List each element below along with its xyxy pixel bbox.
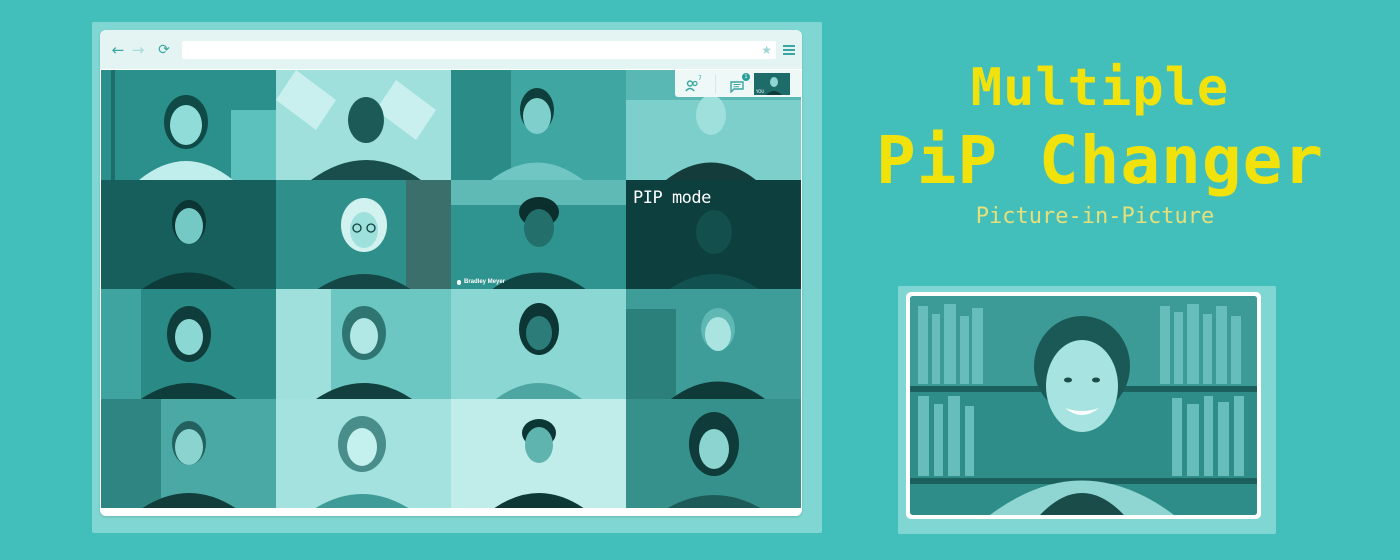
back-arrow-icon[interactable]: ← (109, 41, 127, 59)
participant-tile[interactable] (276, 398, 451, 508)
pip-mode-label: PIP mode (633, 187, 711, 208)
pip-mode-tile[interactable]: PIP mode (626, 179, 801, 289)
browser-window: ← → ⟳ ★ Bradley Meyer PIP mode 7 1 YOU (100, 30, 802, 516)
pip-window[interactable] (906, 292, 1261, 519)
participant-tile[interactable] (276, 70, 451, 180)
hero-title-line-2: PiP Changer (875, 122, 1325, 199)
participant-tile[interactable] (626, 289, 801, 399)
pip-video (910, 296, 1257, 515)
bookmark-star-icon[interactable]: ★ (761, 42, 772, 58)
participant-video (626, 289, 801, 399)
chip-divider (715, 73, 716, 94)
microphone-icon (457, 279, 461, 285)
participant-video (451, 398, 626, 508)
participant-video (626, 398, 801, 508)
participant-name-tag: Bradley Meyer (457, 279, 505, 285)
participant-video (101, 179, 276, 289)
self-view-label: YOU (756, 88, 765, 94)
video-call-grid: Bradley Meyer PIP mode (101, 70, 801, 508)
participant-video (276, 70, 451, 180)
hamburger-menu-icon[interactable] (783, 44, 795, 55)
participant-tile[interactable] (451, 70, 626, 180)
chat-badge: 1 (742, 72, 750, 81)
hero-subtitle: Picture-in-Picture (975, 204, 1215, 229)
participant-video (276, 289, 451, 399)
participant-video (451, 289, 626, 399)
participant-tile[interactable] (101, 398, 276, 508)
participant-tile[interactable]: Bradley Meyer (451, 179, 626, 289)
participant-tile[interactable] (101, 70, 276, 180)
participant-tile[interactable] (276, 289, 451, 399)
reload-icon[interactable]: ⟳ (155, 41, 173, 59)
pip-video-frame (910, 296, 1257, 515)
address-bar[interactable]: ★ (182, 40, 776, 59)
participant-video (101, 70, 276, 180)
participant-video (101, 398, 276, 508)
participant-video (101, 289, 276, 399)
participant-tile[interactable] (101, 289, 276, 399)
meeting-controls-chip: 7 1 YOU (675, 70, 801, 97)
participant-tile[interactable] (276, 179, 451, 289)
hero-title-line-1: Multiple (970, 58, 1230, 118)
forward-arrow-icon[interactable]: → (129, 41, 147, 59)
participant-tile[interactable] (626, 398, 801, 508)
participant-tile[interactable] (451, 398, 626, 508)
participant-tile[interactable] (101, 179, 276, 289)
participant-video (451, 179, 626, 289)
participants-icon[interactable]: 7 (685, 74, 702, 91)
participant-video (451, 70, 626, 180)
browser-toolbar: ← → ⟳ ★ (100, 30, 802, 69)
participant-tile[interactable] (451, 289, 626, 399)
self-view-thumbnail[interactable]: YOU (754, 72, 790, 95)
participant-video (276, 398, 451, 508)
chat-icon[interactable]: 1 (730, 72, 750, 94)
participants-count: 7 (698, 74, 702, 82)
participant-video (276, 179, 451, 289)
